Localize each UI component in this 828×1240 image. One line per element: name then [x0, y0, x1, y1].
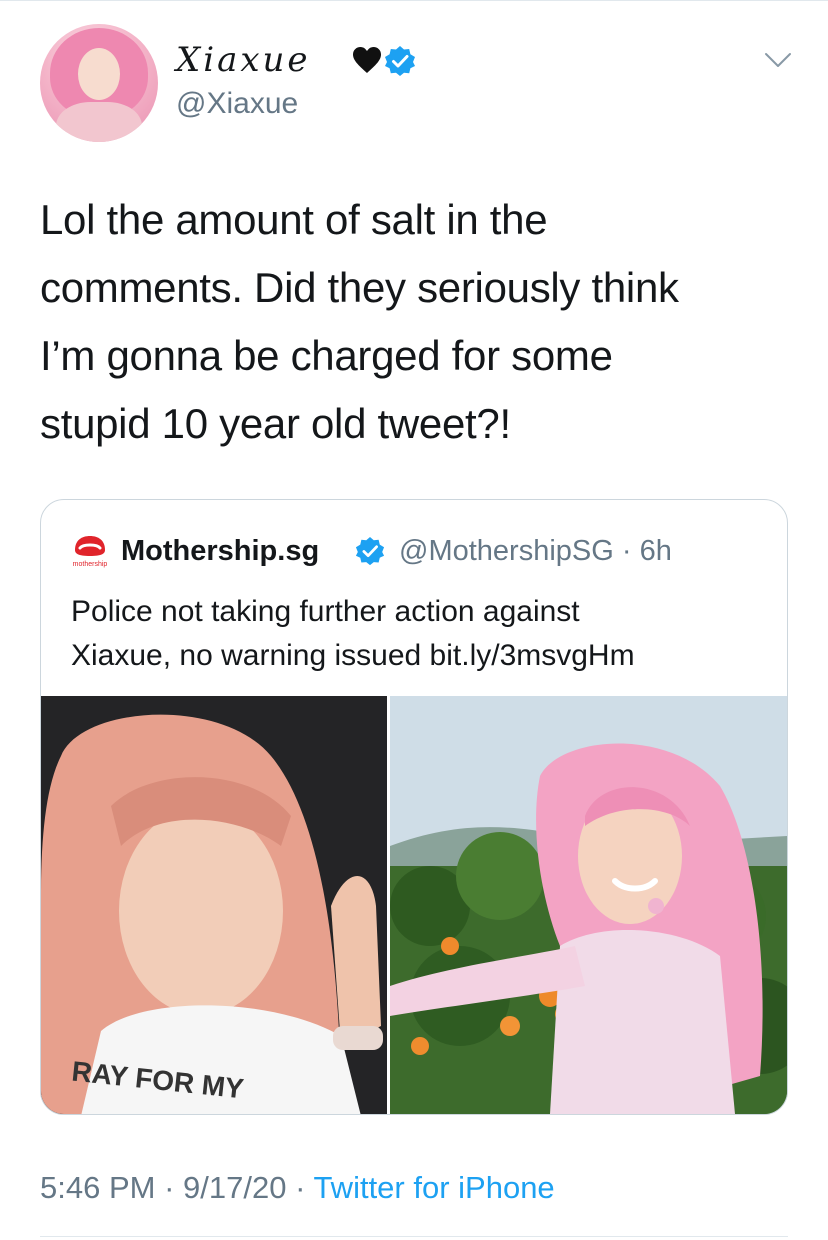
media-image-right[interactable] [390, 696, 787, 1114]
tweet-text: Lol the amount of salt in the comments. … [40, 196, 679, 447]
verified-icon [385, 46, 415, 76]
bottom-divider [40, 1236, 788, 1237]
quoted-tweet-card[interactable]: mothership Mothership.sg @MothershipSG ·… [40, 499, 788, 1115]
quoted-age: 6h [639, 535, 672, 567]
tweet-meta: 5:46 PM · 9/17/20 · Twitter for iPhone [40, 1168, 555, 1208]
tweet-time: 5:46 PM [40, 1170, 156, 1205]
top-divider [0, 0, 828, 1]
verified-icon [355, 536, 385, 566]
quoted-handle[interactable]: @MothershipSG [399, 535, 614, 567]
display-name[interactable]: Xiaxue [176, 40, 311, 80]
chevron-down-icon[interactable] [764, 50, 792, 70]
avatar-face [78, 48, 120, 100]
avatar[interactable] [40, 24, 158, 142]
quoted-text: Police not taking further action against… [71, 595, 635, 672]
tweet-date: 9/17/20 [183, 1170, 287, 1205]
heart-icon [353, 47, 381, 73]
svg-text:mothership: mothership [73, 561, 108, 568]
photo-left-illustration: RAY FOR MY [41, 696, 387, 1114]
separator-dot: · [286, 1170, 314, 1205]
separator-dot: · [155, 1170, 184, 1205]
user-handle[interactable]: @Xiaxue [176, 86, 298, 122]
tweet-source-link[interactable]: Twitter for iPhone [313, 1170, 554, 1205]
quoted-handle-line: @MothershipSG · 6h [399, 534, 672, 568]
quoted-display-name[interactable]: Mothership.sg [121, 534, 319, 568]
mothership-logo-icon: mothership [73, 536, 108, 568]
separator-dot: · [613, 535, 640, 567]
photo-right-illustration [390, 696, 787, 1114]
media-image-left[interactable]: RAY FOR MY [41, 696, 387, 1114]
avatar-body [56, 102, 142, 142]
